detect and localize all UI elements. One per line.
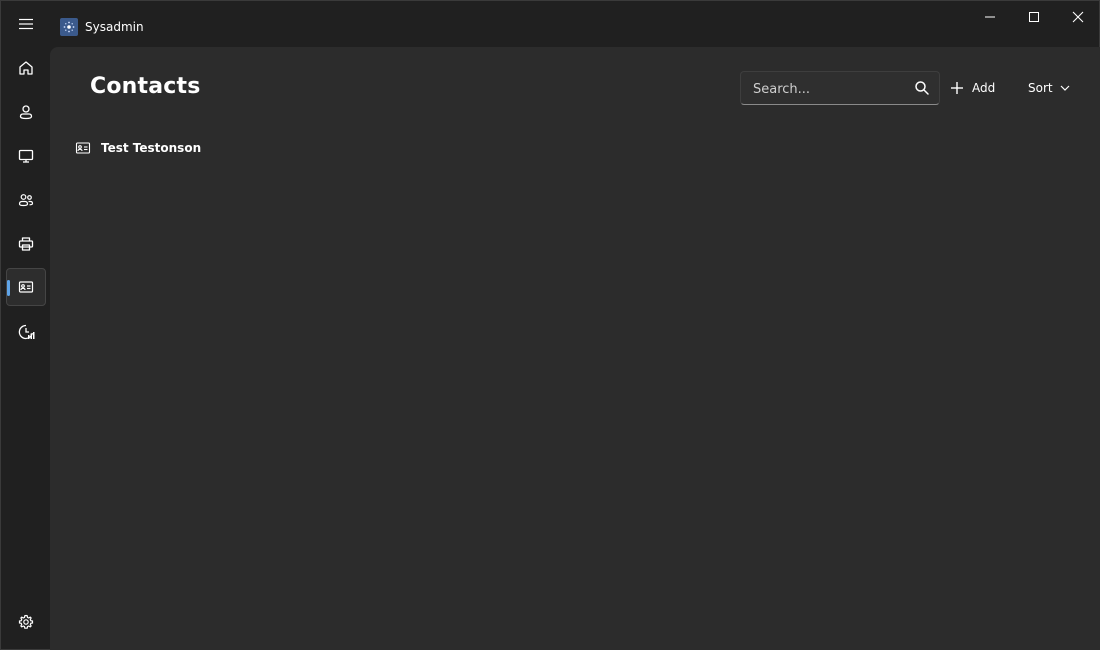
chevron-down-icon (1060, 85, 1070, 91)
nav-computers[interactable] (6, 137, 46, 175)
page-title: Contacts (90, 74, 201, 99)
close-icon (1072, 11, 1084, 23)
people-icon (18, 194, 34, 207)
search-box[interactable] (740, 71, 940, 106)
contacts-page: Contacts Add Sort (50, 47, 1100, 650)
list-item[interactable]: Test Testonson (75, 138, 201, 158)
app-window: Sysadmin Contacts Search... Add Sort Tes… (0, 0, 1100, 650)
person-icon (19, 105, 33, 120)
add-button-label: Add (972, 81, 996, 95)
sort-button[interactable]: Sort (1028, 77, 1071, 99)
hamburger-menu-icon (19, 18, 33, 30)
contact-name: Test Testonson (101, 141, 202, 155)
nav-users[interactable] (6, 93, 46, 131)
monitor-icon (18, 149, 34, 163)
chart-clock-icon (18, 324, 35, 340)
app-title: Sysadmin (85, 20, 144, 34)
search-icon[interactable] (914, 80, 930, 96)
nav-groups[interactable] (6, 181, 46, 219)
home-icon (19, 61, 33, 75)
maximize-icon (1029, 12, 1039, 22)
nav-contacts[interactable] (6, 268, 46, 306)
close-button[interactable] (1056, 1, 1100, 33)
minimize-icon (985, 16, 995, 18)
minimize-button[interactable] (968, 1, 1012, 33)
nav-printers[interactable] (6, 225, 46, 263)
nav-home[interactable] (6, 49, 46, 87)
contact-card-icon (18, 281, 34, 293)
contact-card-icon (75, 142, 91, 154)
nav-reports[interactable] (6, 313, 46, 351)
plus-icon (951, 82, 963, 94)
sort-button-label: Sort (1028, 81, 1053, 95)
maximize-button[interactable] (1012, 1, 1056, 33)
nav-menu-button[interactable] (6, 5, 46, 43)
nav-selection-indicator (7, 280, 10, 296)
title-bar[interactable]: Sysadmin (1, 1, 1100, 47)
app-logo-icon (60, 18, 78, 36)
nav-settings[interactable] (6, 603, 46, 641)
printer-icon (18, 237, 34, 251)
search-input[interactable] (751, 72, 905, 106)
add-button[interactable]: Add (950, 77, 995, 99)
gear-icon (18, 614, 34, 629)
